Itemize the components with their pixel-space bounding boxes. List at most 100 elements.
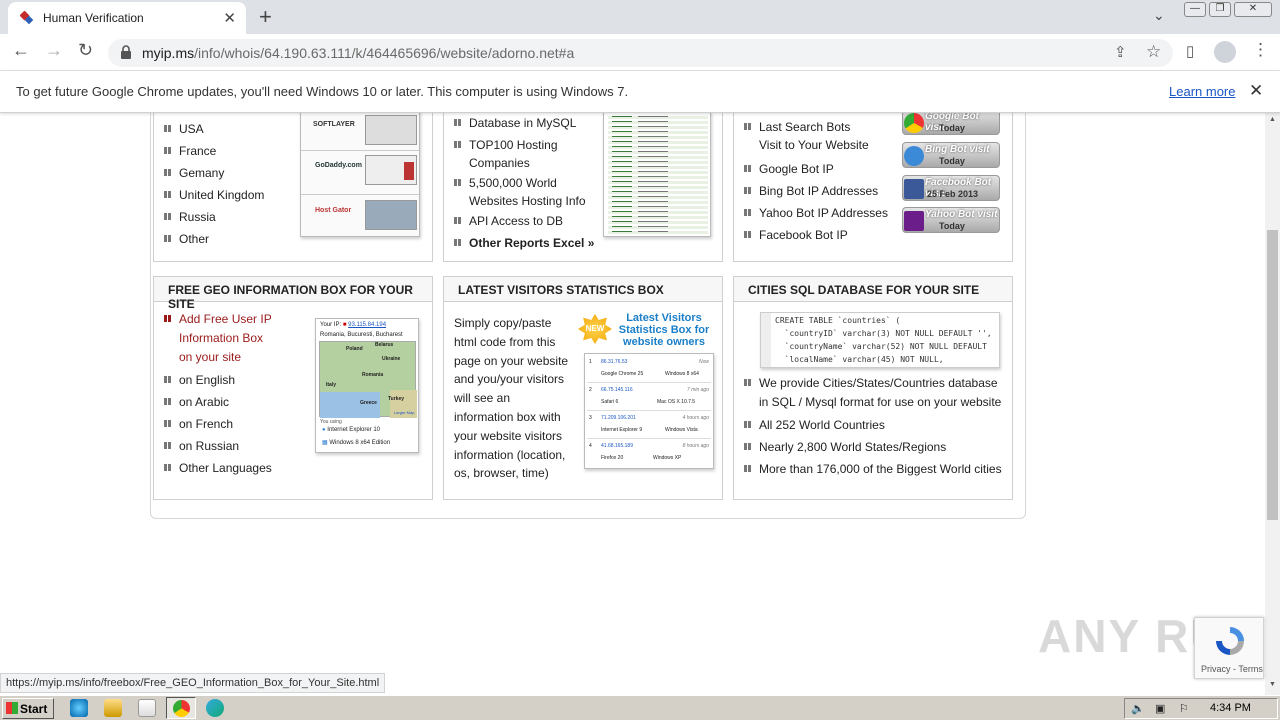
thumb-godaddy: GoDaddy.com	[315, 162, 362, 169]
volume-icon[interactable]: 🔈	[1131, 702, 1145, 715]
database-mysql-link[interactable]: Database in MySQL	[453, 114, 576, 132]
explorer-taskbar-icon[interactable]	[104, 699, 122, 717]
add-free-ip-box-link[interactable]: Add Free User IP Information Box on your s…	[164, 310, 272, 367]
excel-report-thumbnail[interactable]	[603, 113, 711, 237]
action-center-flag-icon[interactable]: ⚐	[1179, 702, 1189, 715]
maximize-button[interactable]: ❐	[1209, 2, 1231, 17]
bing-bot-badge[interactable]: Bing Bot visit Today	[902, 142, 1000, 168]
visitor-row-time: 4 hours ago	[682, 415, 709, 421]
google-bot-ip-link[interactable]: Google Bot IP	[744, 160, 834, 178]
top100-line2: Companies	[469, 156, 530, 170]
promo-line3: website owners	[623, 336, 705, 348]
map-ukraine: Ukraine	[382, 356, 401, 362]
tab-search-icon[interactable]: ⌄	[1153, 7, 1165, 24]
scrollbar-thumb[interactable]	[1267, 230, 1278, 520]
recaptcha-badge[interactable]: Privacy - Terms	[1194, 617, 1264, 679]
hosting-thumbnail[interactable]: SOFTLAYER GoDaddy.com Host Gator	[300, 113, 420, 237]
visitors-text-line: information (location,	[454, 447, 566, 462]
visitors-text-line: and you/your visitors	[454, 372, 565, 387]
geo-russian-link[interactable]: on Russian	[163, 437, 239, 455]
new-tab-button[interactable]: +	[259, 4, 272, 30]
visitors-preview[interactable]: 1 86.31.76.53 Now Google Chrome 25 Windo…	[584, 353, 714, 469]
forward-button[interactable]: →	[45, 40, 63, 61]
tab-strip: Human Verification ✕ + ⌄ — ❐ ✕	[0, 0, 1280, 34]
side-panel-icon[interactable]: ▯	[1186, 42, 1194, 60]
scroll-up-icon[interactable]: ▲	[1269, 116, 1276, 123]
add-line1: Add Free User IP	[179, 312, 272, 326]
learn-more-link[interactable]: Learn more	[1169, 84, 1235, 99]
visitor-row-time: 8 hours ago	[682, 443, 709, 449]
visitor-row-os: Windows 8 x64	[665, 371, 699, 377]
cities-db-info: We provide Cities/States/Countries datab…	[743, 374, 1001, 412]
sql-code-preview[interactable]: CREATE TABLE `countries` ( `countryID` v…	[760, 312, 1000, 368]
add-line3: on your site	[179, 350, 242, 364]
address-bar[interactable]: myip.ms/info/whois/64.190.63.111/k/46446…	[108, 39, 1173, 67]
page-scrollbar[interactable]: ▲ ▼	[1265, 113, 1280, 695]
chrome-menu-icon[interactable]: ⋮	[1252, 40, 1269, 60]
visitor-row-ip: 41.68.165.189	[601, 443, 633, 449]
yahoo-bot-ip-link[interactable]: Yahoo Bot IP Addresses	[744, 204, 888, 222]
edge-taskbar-icon[interactable]	[206, 699, 224, 717]
infobar-close-icon[interactable]: ✕	[1249, 81, 1263, 101]
visitor-row-browser: Google Chrome 25	[601, 371, 644, 377]
bookmark-star-icon[interactable]: ☆	[1146, 42, 1161, 62]
back-button[interactable]: ←	[12, 40, 30, 61]
reload-button[interactable]: ↻	[78, 40, 93, 61]
country-usa-link[interactable]: USA	[164, 120, 204, 138]
windows-flag-icon	[6, 702, 18, 714]
map-greece: Greece	[360, 400, 377, 406]
visitor-row-browser: Internet Explorer 9	[601, 427, 643, 433]
page-viewport: USA France Gemany United Kingdom Russia …	[0, 113, 1265, 695]
cities-count: More than 176,000 of the Biggest World c…	[744, 462, 1002, 476]
yahoo-bot-badge[interactable]: Yahoo Bot visit Today	[902, 207, 1000, 233]
facebook-bot-badge[interactable]: Facebook Bot visit 25 Feb 2013	[902, 175, 1000, 201]
browser-toolbar: ← → ↻ myip.ms/info/whois/64.190.63.111/k…	[0, 34, 1280, 71]
country-germany-link[interactable]: Gemany	[163, 164, 224, 182]
geo-english-link[interactable]: on English	[163, 371, 235, 389]
geo-french-link[interactable]: on French	[163, 415, 233, 433]
window-close-button[interactable]: ✕	[1234, 2, 1272, 17]
system-tray: 🔈 ▣ ⚐ 4:34 PM	[1124, 698, 1278, 719]
api-access-link[interactable]: API Access to DB	[453, 212, 563, 230]
world-websites-link[interactable]: 5,500,000 World Websites Hosting Info	[454, 174, 586, 210]
bing-bot-ip-link[interactable]: Bing Bot IP Addresses	[743, 182, 878, 200]
preview-os-text: Windows 8 x64 Edition	[329, 440, 391, 446]
myip-favicon-icon	[20, 11, 34, 25]
profile-avatar[interactable]	[1214, 41, 1236, 63]
country-france-link[interactable]: France	[163, 142, 216, 160]
thumb-softlayer: SOFTLAYER	[313, 121, 355, 128]
geo-box-preview[interactable]: Your IP: ■ 93.115.84.194 Romania, Bucure…	[315, 318, 419, 453]
country-russia-link[interactable]: Russia	[164, 208, 216, 226]
google-bot-badge[interactable]: Google Bot visit Today	[902, 113, 1000, 135]
other-reports-link[interactable]: Other Reports Excel »	[453, 234, 594, 252]
romania-flag-icon: ■	[342, 322, 347, 328]
geo-arabic-link[interactable]: on Arabic	[163, 393, 229, 411]
network-icon[interactable]: ▣	[1155, 702, 1165, 715]
country-uk-link[interactable]: United Kingdom	[163, 186, 264, 204]
preview-map: Poland Belarus Ukraine Romania Italy Gre…	[319, 341, 417, 418]
visitor-row-4: 4 41.68.165.189 8 hours ago Firefox 20 W…	[587, 440, 711, 467]
tab-close-icon[interactable]: ✕	[223, 9, 236, 27]
chrome-taskbar-button[interactable]	[166, 697, 196, 719]
visitor-row-num: 3	[589, 415, 592, 421]
ie-taskbar-icon[interactable]	[70, 699, 88, 717]
minimize-button[interactable]: —	[1184, 2, 1206, 17]
preview-browser: ● Internet Explorer 10	[322, 427, 380, 433]
start-button[interactable]: Start	[2, 698, 54, 719]
top100-line1: TOP100 Hosting	[469, 138, 558, 152]
facebook-bot-ip-link[interactable]: Facebook Bot IP	[744, 226, 848, 244]
geo-other-languages-link[interactable]: Other Languages	[164, 459, 272, 477]
share-icon[interactable]: ⇪	[1114, 43, 1127, 61]
taskbar-clock[interactable]: 4:34 PM	[1210, 702, 1251, 714]
visitors-text-line: information box with	[454, 409, 561, 424]
countries-count: All 252 World Countries	[744, 418, 885, 432]
tab-human-verification[interactable]: Human Verification ✕	[8, 2, 246, 34]
status-url-bubble: https://myip.ms/info/freebox/Free_GEO_In…	[0, 673, 386, 693]
recaptcha-privacy-terms[interactable]: Privacy - Terms	[1201, 664, 1263, 674]
chrome-icon	[904, 113, 924, 133]
top100-hosting-link[interactable]: TOP100 Hosting Companies	[454, 136, 558, 172]
media-player-taskbar-icon[interactable]	[138, 699, 156, 717]
country-other-link[interactable]: Other	[163, 230, 209, 248]
scroll-down-icon[interactable]: ▼	[1269, 681, 1276, 688]
cities-box-title: CITIES SQL DATABASE FOR YOUR SITE	[734, 277, 1012, 302]
